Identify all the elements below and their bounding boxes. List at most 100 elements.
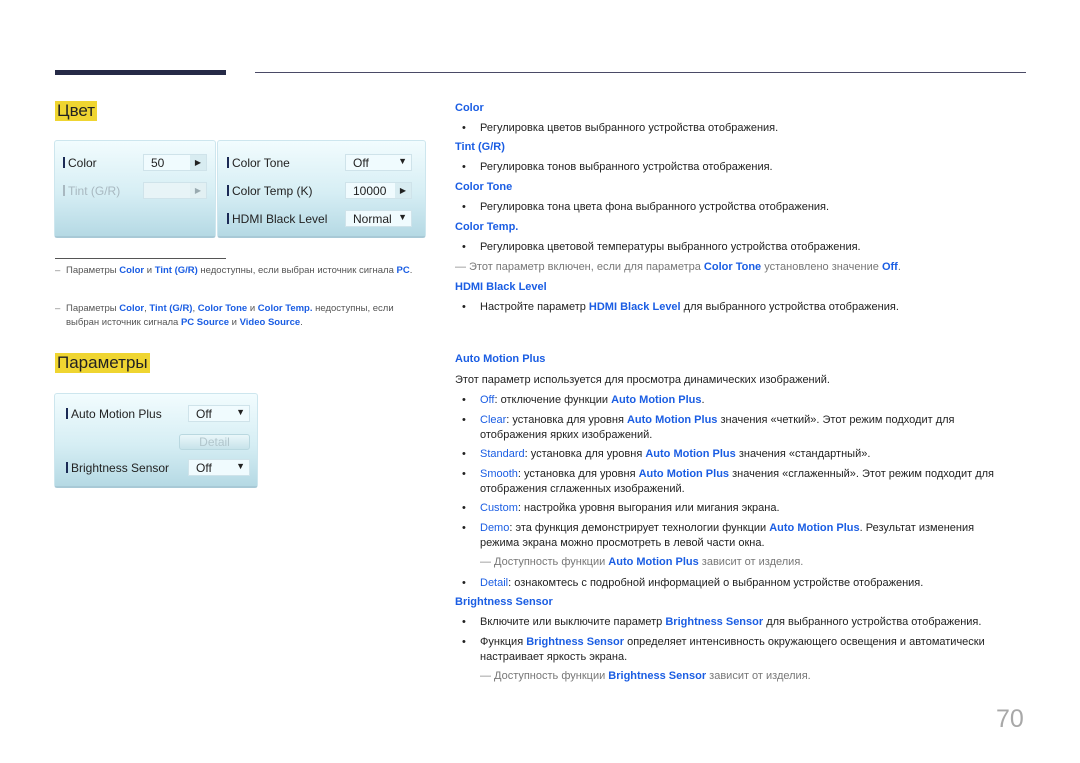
bullet-icon: •: [462, 502, 466, 514]
note-dash-icon: –: [55, 265, 61, 276]
hdmi-black-level-label: HDMI Black Level: [227, 212, 327, 226]
color-note-2: – Параметры Color, Tint (G/R), Color Ton…: [55, 303, 394, 328]
params-panel: Auto Motion Plus Off ▼ Detail Brightness…: [54, 393, 258, 488]
page-number: 70: [996, 705, 1024, 733]
bullet-icon: •: [462, 161, 466, 173]
tint-label: Tint (G/R): [63, 184, 120, 198]
amp-intro: Этот параметр используется для просмотра…: [455, 374, 830, 386]
bullet-icon: •: [462, 448, 466, 460]
tint-stepper[interactable]: ▶: [143, 182, 207, 199]
option-term: Smooth: [480, 468, 518, 480]
amp-label: Auto Motion Plus: [66, 407, 162, 421]
amp-option-clear: Clear: установка для уровня Auto Motion …: [480, 414, 955, 441]
label-marker-icon: [66, 408, 68, 419]
chevron-down-icon: ▼: [236, 407, 245, 417]
amp-option-smooth: Smooth: установка для уровня Auto Motion…: [480, 468, 994, 495]
section-title-text: Цвет: [55, 101, 98, 121]
brightness-sensor-label: Brightness Sensor: [66, 461, 169, 475]
color-tone-value: Off: [353, 156, 369, 170]
detail-button[interactable]: Detail: [179, 434, 250, 450]
notes-divider: [55, 258, 226, 259]
color-desc: Регулировка цветов выбранного устройства…: [480, 122, 779, 134]
brightness-desc-1: Включите или выключите параметр Brightne…: [480, 616, 982, 628]
bullet-icon: •: [462, 301, 466, 313]
brightness-note: — Доступность функции Brightness Sensor з…: [480, 670, 811, 682]
option-term: Clear: [480, 414, 507, 426]
bullet-icon: •: [462, 522, 466, 534]
section-title-color: Цвет: [55, 101, 98, 121]
bullet-icon: •: [462, 616, 466, 628]
amp-option-custom: Custom: настройка уровня выгорания или м…: [480, 502, 780, 514]
heading-amp: Auto Motion Plus: [455, 353, 546, 365]
color-temp-label-text: Color Temp (K): [232, 184, 313, 198]
hdmi-value: Normal: [353, 212, 392, 226]
amp-label-text: Auto Motion Plus: [71, 407, 162, 421]
arrow-right-icon[interactable]: ▶: [190, 155, 206, 170]
tint-desc: Регулировка тонов выбранного устройства …: [480, 161, 773, 173]
color-temp-note: — Этот параметр включен, если для парамет…: [455, 261, 901, 273]
bullet-icon: •: [462, 636, 466, 648]
bullet-icon: •: [462, 241, 466, 253]
color-temp-stepper[interactable]: 10000 ▶: [345, 182, 412, 199]
brightness-label-text: Brightness Sensor: [71, 461, 170, 475]
option-term: Custom: [480, 502, 518, 514]
amp-option-demo: Demo: эта функция демонстрирует технолог…: [480, 522, 975, 549]
heading-color: Color: [455, 102, 484, 114]
heading-brightness: Brightness Sensor: [455, 596, 553, 608]
option-term: Detail: [480, 577, 509, 589]
brightness-sensor-dropdown[interactable]: Off ▼: [188, 459, 250, 476]
color-tone-label: Color Tone: [227, 156, 290, 170]
color-panel-left: Color 50 ▶ Tint (G/R) ▶: [54, 140, 216, 238]
color-tone-dropdown[interactable]: Off ▼: [345, 154, 412, 171]
label-marker-icon: [227, 185, 229, 196]
option-term: Standard: [480, 448, 525, 460]
hdmi-label-text: HDMI Black Level: [232, 212, 328, 226]
bullet-icon: •: [462, 577, 466, 589]
color-note-1: – Параметры Color и Tint (G/R) недоступн…: [55, 265, 413, 276]
header-rule-thick: [55, 70, 226, 75]
section-title-params: Параметры: [55, 353, 150, 373]
color-stepper[interactable]: 50 ▶: [143, 154, 207, 171]
color-tone-label-text: Color Tone: [232, 156, 290, 170]
hdmi-black-level-dropdown[interactable]: Normal ▼: [345, 210, 412, 227]
note-dash-icon: —: [455, 261, 466, 273]
option-term: Off: [480, 394, 495, 406]
tint-label-text: Tint (G/R): [68, 184, 121, 198]
arrow-right-icon[interactable]: ▶: [190, 183, 206, 198]
color-label: Color: [63, 156, 97, 170]
header-rule-thin: [255, 72, 1026, 73]
color-temp-value: 10000: [353, 184, 387, 198]
label-marker-icon: [227, 157, 229, 168]
section-title-text: Параметры: [55, 353, 150, 373]
bullet-icon: •: [462, 394, 466, 406]
color-label-text: Color: [68, 156, 97, 170]
bullet-icon: •: [462, 414, 466, 426]
amp-option-detail: Detail: ознакомтесь с подробной информац…: [480, 577, 924, 589]
amp-option-standard: Standard: установка для уровня Auto Moti…: [480, 448, 871, 460]
color-panel-right: Color Tone Off ▼ Color Temp (K) 10000 ▶ …: [217, 140, 426, 238]
hdmi-desc: Настройте параметр HDMI Black Level для …: [480, 301, 899, 313]
bullet-icon: •: [462, 468, 466, 480]
heading-color-tone: Color Tone: [455, 181, 513, 193]
amp-dropdown[interactable]: Off ▼: [188, 405, 250, 422]
chevron-down-icon: ▼: [398, 212, 407, 222]
option-term: Demo: [480, 522, 510, 534]
amp-value: Off: [196, 407, 212, 421]
arrow-right-icon[interactable]: ▶: [395, 183, 411, 198]
color-temp-desc: Регулировка цветовой температуры выбранн…: [480, 241, 861, 253]
label-marker-icon: [66, 462, 68, 473]
note-dash-icon: —: [480, 556, 491, 568]
amp-option-off: Off: отключение функции Auto Motion Plus…: [480, 394, 705, 406]
note-dash-icon: —: [480, 670, 491, 682]
bullet-icon: •: [462, 122, 466, 134]
heading-hdmi: HDMI Black Level: [455, 281, 547, 293]
heading-color-temp: Color Temp.: [455, 221, 519, 233]
amp-note: — Доступность функции Auto Motion Plus за…: [480, 556, 804, 568]
label-marker-icon: [227, 213, 229, 224]
color-value: 50: [151, 156, 165, 170]
brightness-desc-2: Функция Brightness Sensor определяет инт…: [480, 636, 985, 663]
heading-tint: Tint (G/R): [455, 141, 505, 153]
label-marker-icon: [63, 185, 65, 196]
brightness-value: Off: [196, 461, 212, 475]
chevron-down-icon: ▼: [398, 156, 407, 166]
